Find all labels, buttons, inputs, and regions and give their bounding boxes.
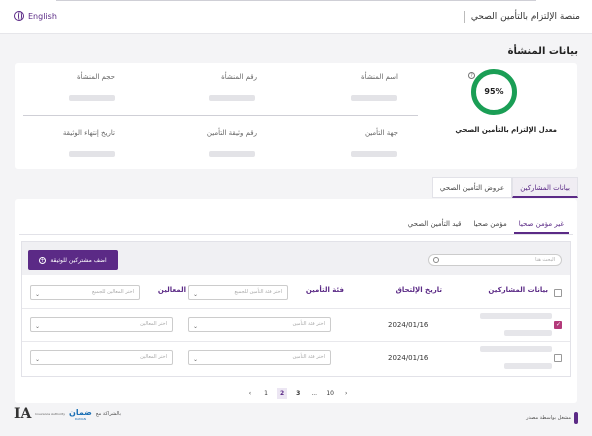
- chevron-down-icon: ⌄: [193, 323, 199, 330]
- insurance-class-all-value: اختر فئة التأمين للجميع: [234, 289, 283, 295]
- brand-separator: [463, 11, 465, 23]
- facility-number-label: رقم المنشأة: [221, 73, 257, 81]
- policy-number-label: رقم وثيقة التأمين: [206, 129, 257, 137]
- header-insurance-class: فئة التأمين: [305, 286, 344, 294]
- row-2-date: 2024/01/16: [388, 354, 429, 362]
- chevron-down-icon: ⌄: [35, 323, 41, 330]
- insurance-authority-logo: IA: [14, 406, 32, 422]
- compliance-label: معدل الإلتزام بالتأمين الصحي: [455, 126, 557, 134]
- daman-sub: DAMAN: [74, 416, 87, 421]
- facility-section-title: بيانات المنشأة: [507, 46, 578, 57]
- facility-size-label: حجم المنشأة: [76, 73, 115, 81]
- row-1-dependents-select[interactable]: اختر المعالين ⌄: [30, 317, 173, 332]
- policy-expiry-label: تاريخ إنتهاء الوثيقة: [62, 129, 115, 137]
- row-divider: [22, 341, 570, 342]
- daman-name: ضمان: [68, 407, 92, 417]
- compliance-gauge: 95%: [471, 69, 517, 115]
- header-divider: [22, 308, 570, 309]
- row-1-checkbox[interactable]: [554, 321, 562, 329]
- facility-number-value: [209, 95, 255, 101]
- row-1-date: 2024/01/16: [388, 321, 429, 329]
- search-input[interactable]: البحث هنا: [428, 254, 562, 266]
- operator-credit: مشغل بواسطة مصدر: [526, 412, 578, 424]
- header-dependents: المعالين: [157, 286, 186, 294]
- partnership-text: بالشراكة مع: [95, 411, 121, 417]
- footer: مشغل بواسطة مصدر IA Insurance Authority …: [0, 404, 592, 428]
- tab-insurance-offers[interactable]: عروض التأمين الصحي: [431, 177, 513, 198]
- row-1-id: [504, 330, 552, 336]
- insurer-label: جهة التأمين: [364, 129, 398, 137]
- facility-divider: [23, 115, 418, 116]
- participants-card: غير مؤمن صحيا مؤمن صحيا قيد التأمين الصح…: [15, 199, 577, 403]
- authority-name: Insurance Authority: [35, 412, 65, 416]
- participants-table: اضف مشتركين للوثيقة + البحث هنا بيانات ا…: [21, 241, 571, 377]
- add-participants-button[interactable]: اضف مشتركين للوثيقة +: [28, 250, 118, 270]
- app-root: منصة الإلتزام بالتأمين الصحي English بيا…: [0, 0, 592, 436]
- subtab-divider: [19, 234, 573, 235]
- top-divider: [56, 0, 536, 1]
- row-2-id: [504, 363, 552, 369]
- top-bar: منصة الإلتزام بالتأمين الصحي English: [0, 0, 592, 34]
- subtab-uninsured[interactable]: غير مؤمن صحيا: [513, 218, 569, 234]
- select-all-checkbox[interactable]: [554, 289, 562, 297]
- policy-expiry-value: [69, 151, 115, 157]
- compliance-percent: 95%: [484, 87, 504, 96]
- pagination: ‹ 1 2 3 ... 10 ›: [245, 388, 351, 399]
- operator-logo-icon: [574, 412, 578, 424]
- plus-icon: +: [39, 256, 47, 264]
- operated-by-text: مشغل بواسطة مصدر: [526, 415, 571, 421]
- table-toolbar: اضف مشتركين للوثيقة + البحث هنا: [22, 242, 570, 275]
- row-2-checkbox[interactable]: [554, 354, 562, 362]
- brand: منصة الإلتزام بالتأمين الصحي: [463, 11, 580, 23]
- row-2-class-value: اختر فئة التأمين: [292, 354, 325, 360]
- row-2-name: [480, 346, 552, 352]
- row-1-dependents-value: اختر المعالين: [140, 321, 167, 327]
- language-label: English: [28, 11, 57, 21]
- row-2-dependents-select[interactable]: اختر المعالين ⌄: [30, 350, 173, 365]
- facility-name-label: اسم المنشأة: [361, 73, 398, 81]
- row-1-class-select[interactable]: اختر فئة التأمين ⌄: [188, 317, 331, 332]
- subtab-insured[interactable]: مؤمن صحيا: [468, 218, 511, 234]
- subtab-pending[interactable]: قيد التأمين الصحي: [403, 218, 467, 234]
- facility-card: 95% ? معدل الإلتزام بالتأمين الصحي اسم ا…: [15, 63, 577, 169]
- header-due-date: تاريخ الإلتحاق: [395, 286, 442, 294]
- dependents-all-select[interactable]: اختر المعالين للجميع ⌄: [30, 285, 140, 300]
- add-participants-label: اضف مشتركين للوثيقة: [50, 256, 107, 264]
- header-participants: بيانات المشاركين: [488, 286, 548, 294]
- page-ellipsis: ...: [311, 390, 318, 397]
- prev-page-button[interactable]: ‹: [245, 388, 255, 399]
- chevron-down-icon: ⌄: [35, 291, 41, 298]
- row-2-dependents-value: اختر المعالين: [140, 354, 167, 360]
- chevron-down-icon: ⌄: [193, 291, 199, 298]
- partner-logos: IA Insurance Authority ضمان DAMAN بالشرا…: [14, 406, 121, 422]
- status-subtabs: غير مؤمن صحيا مؤمن صحيا قيد التأمين الصح…: [403, 218, 569, 234]
- search-icon: [433, 257, 439, 263]
- main-tabs: بيانات المشاركين عروض التأمين الصحي: [431, 177, 578, 198]
- row-2-class-select[interactable]: اختر فئة التأمين ⌄: [188, 350, 331, 365]
- facility-name-value: [351, 95, 397, 101]
- insurer-value: [351, 151, 397, 157]
- globe-icon: [14, 11, 24, 21]
- page-2[interactable]: 2: [277, 388, 288, 399]
- policy-number-value: [209, 151, 255, 157]
- insurance-class-all-select[interactable]: اختر فئة التأمين للجميع ⌄: [188, 285, 288, 300]
- page-1[interactable]: 1: [261, 388, 271, 399]
- row-1-name: [480, 313, 552, 319]
- daman-logo: ضمان DAMAN: [69, 408, 92, 421]
- search-placeholder: البحث هنا: [535, 257, 555, 263]
- chevron-down-icon: ⌄: [35, 356, 41, 363]
- language-toggle[interactable]: English: [14, 11, 57, 21]
- page-3[interactable]: 3: [293, 388, 303, 399]
- row-1-class-value: اختر فئة التأمين: [292, 321, 325, 327]
- tab-participants[interactable]: بيانات المشاركين: [512, 177, 578, 198]
- facility-size-value: [69, 95, 115, 101]
- dependents-all-value: اختر المعالين للجميع: [92, 289, 134, 295]
- page-10[interactable]: 10: [325, 388, 335, 399]
- next-page-button[interactable]: ›: [341, 388, 351, 399]
- app-title: منصة الإلتزام بالتأمين الصحي: [470, 12, 580, 22]
- chevron-down-icon: ⌄: [193, 356, 199, 363]
- help-icon[interactable]: ?: [468, 72, 475, 79]
